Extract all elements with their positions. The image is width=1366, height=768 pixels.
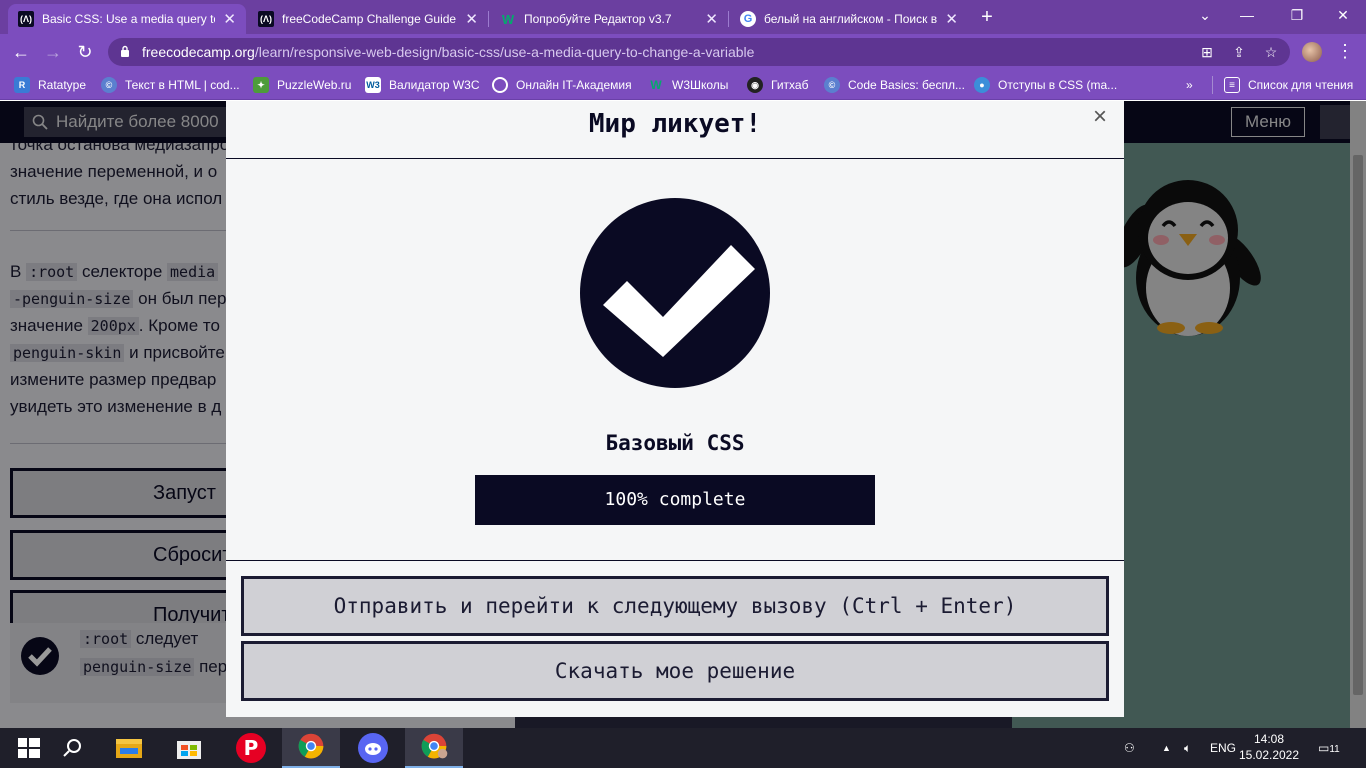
bookmark-label: Валидатор W3C [389,78,480,92]
fcc-icon: (Λ) [18,11,34,27]
tab-title: freeCodeCamp Challenge Guide: [282,12,458,26]
tab-search-chevron-icon[interactable]: ⌄ [1192,4,1218,26]
bookmark-label: PuzzleWeb.ru [277,78,352,92]
url-host: freecodecamp.org [142,44,255,60]
reading-list[interactable]: ≡ Список для чтения [1224,76,1353,94]
submit-next-challenge-button[interactable]: Отправить и перейти к следующему вызову … [241,576,1109,636]
clock[interactable]: 14:08 15.02.2022 [1238,731,1300,763]
close-window-icon[interactable]: ✕ [1330,4,1356,26]
clock-time: 14:08 [1253,732,1285,746]
codebasics-icon: © [824,77,840,93]
w3schools-icon: W [650,78,662,92]
language-indicator[interactable]: ENG [1210,728,1236,768]
notification-count: 11 [1329,744,1340,755]
bookmark-label: Code Basics: беспл... [848,78,965,92]
tab-separator [488,11,489,27]
browser-tab-bar: (Λ) Basic CSS: Use a media query to c ✕ … [0,0,1366,34]
github-icon: ◉ [747,77,763,93]
close-icon[interactable]: × [1088,105,1112,129]
bookmark-code-basics[interactable]: © Code Basics: беспл... [824,76,965,94]
checkmark-circle-icon [580,198,770,388]
bookmark-label: Онлайн IT-Академия [516,78,632,92]
bookmarks-bar: R Ratatype © Текст в HTML | cod... ✦ Puzzle… [0,70,1366,100]
reload-icon[interactable]: ↻ [74,41,96,63]
discord-icon[interactable] [344,728,402,768]
back-arrow-icon[interactable]: ← [10,41,32,63]
restore-icon[interactable]: ❐ [1284,4,1310,26]
tab-title: Попробуйте Редактор v3.7 [524,12,672,26]
chrome-profile-icon[interactable] [405,728,463,768]
bookmark-css-margins[interactable]: ● Отступы в CSS (ma... [974,76,1117,94]
bookmark-label: Ratatype [38,78,87,92]
academy-icon [492,77,508,93]
lock-icon [121,45,129,57]
drop-icon: ● [974,77,990,93]
store-icon[interactable] [160,728,218,768]
close-tab-icon[interactable]: ✕ [223,10,236,28]
puzzle-icon: ✦ [253,77,269,93]
new-tab-button[interactable]: + [976,6,998,28]
tab-basic-css[interactable]: (Λ) Basic CSS: Use a media query to c ✕ [8,4,246,34]
volume-icon[interactable]: 🔈︎ [1184,728,1191,768]
tab-google-search[interactable]: G белый на английском - Поиск в ✕ [730,4,968,34]
pinterest-icon[interactable]: P [222,728,280,768]
bookmark-w3c-validator[interactable]: W3 Валидатор W3C [365,76,480,94]
windows-taskbar: P ⚇ ▲ 🔈︎ ENG 14:08 15.02.2022 ▭11 [0,728,1366,768]
minimize-icon[interactable]: — [1234,4,1260,26]
tab-challenge-guide[interactable]: (Λ) freeCodeCamp Challenge Guide: ✕ [248,4,488,34]
bookmark-label: Текст в HTML | cod... [125,78,240,92]
tab-title: белый на английском - Поиск в [764,12,938,26]
translate-icon[interactable]: ⊞ [1198,43,1216,61]
notifications-icon[interactable]: ▭11 [1318,728,1340,768]
close-tab-icon[interactable]: ✕ [705,10,718,28]
codebasics-icon: © [101,77,117,93]
w3-icon: W [501,11,515,27]
bookmark-ratatype[interactable]: R Ratatype [14,76,86,94]
browser-toolbar: ← → ↻ freecodecamp.org/learn/responsive-… [0,34,1366,70]
tab-title: Basic CSS: Use a media query to c [42,12,216,26]
people-icon[interactable]: ⚇ [1124,728,1135,768]
url-path: /learn/responsive-web-design/basic-css/u… [254,44,755,60]
more-bookmarks-icon[interactable]: » [1186,76,1193,94]
url-text: freecodecamp.org/learn/responsive-web-de… [142,44,754,60]
modal-divider [226,560,1124,561]
bookmark-star-icon[interactable]: ☆ [1262,43,1280,61]
bookmark-label: Гитхаб [771,78,809,92]
modal-title: Мир ликует! [588,109,762,139]
clock-date: 15.02.2022 [1238,748,1300,762]
completion-modal: Мир ликует! × Базовый CSS 100% complete … [226,101,1124,717]
address-bar[interactable]: freecodecamp.org/learn/responsive-web-de… [108,38,1290,66]
progress-bar: 100% complete [475,475,875,525]
forward-arrow-icon[interactable]: → [42,41,64,63]
bookmark-github[interactable]: ◉ Гитхаб [747,76,808,94]
tab-separator [728,11,729,27]
bookmark-separator [1212,76,1213,94]
bookmark-puzzleweb[interactable]: ✦ PuzzleWeb.ru [253,76,351,94]
download-solution-button[interactable]: Скачать мое решение [241,641,1109,701]
chevron-up-icon[interactable]: ▲ [1162,728,1171,768]
modal-divider [226,158,1124,159]
close-tab-icon[interactable]: ✕ [945,10,958,28]
bookmark-it-academy[interactable]: Онлайн IT-Академия [492,76,632,94]
bookmark-label: Отступы в CSS (ma... [998,78,1118,92]
share-icon[interactable]: ⇪ [1230,43,1248,61]
bookmark-label: W3Школы [672,78,729,92]
google-icon: G [740,11,756,27]
w3c-icon: W3 [365,77,381,93]
close-tab-icon[interactable]: ✕ [465,10,478,28]
profile-avatar[interactable] [1302,42,1322,62]
file-explorer-icon[interactable] [100,728,158,768]
fcc-icon: (Λ) [258,11,274,27]
bookmark-text-html[interactable]: © Текст в HTML | cod... [101,76,240,94]
tab-w3-editor[interactable]: W Попробуйте Редактор v3.7 ✕ [490,4,728,34]
chrome-icon[interactable] [282,728,340,768]
svg-text:P: P [244,736,259,760]
ratatype-icon: R [14,77,30,93]
reading-list-label: Список для чтения [1248,78,1354,92]
browser-menu-icon[interactable]: ⋮ [1336,40,1354,62]
certification-name: Базовый CSS [605,431,745,455]
bookmark-w3schools[interactable]: W W3Школы [648,76,728,94]
search-icon[interactable] [44,728,102,768]
reading-list-icon: ≡ [1224,77,1240,93]
